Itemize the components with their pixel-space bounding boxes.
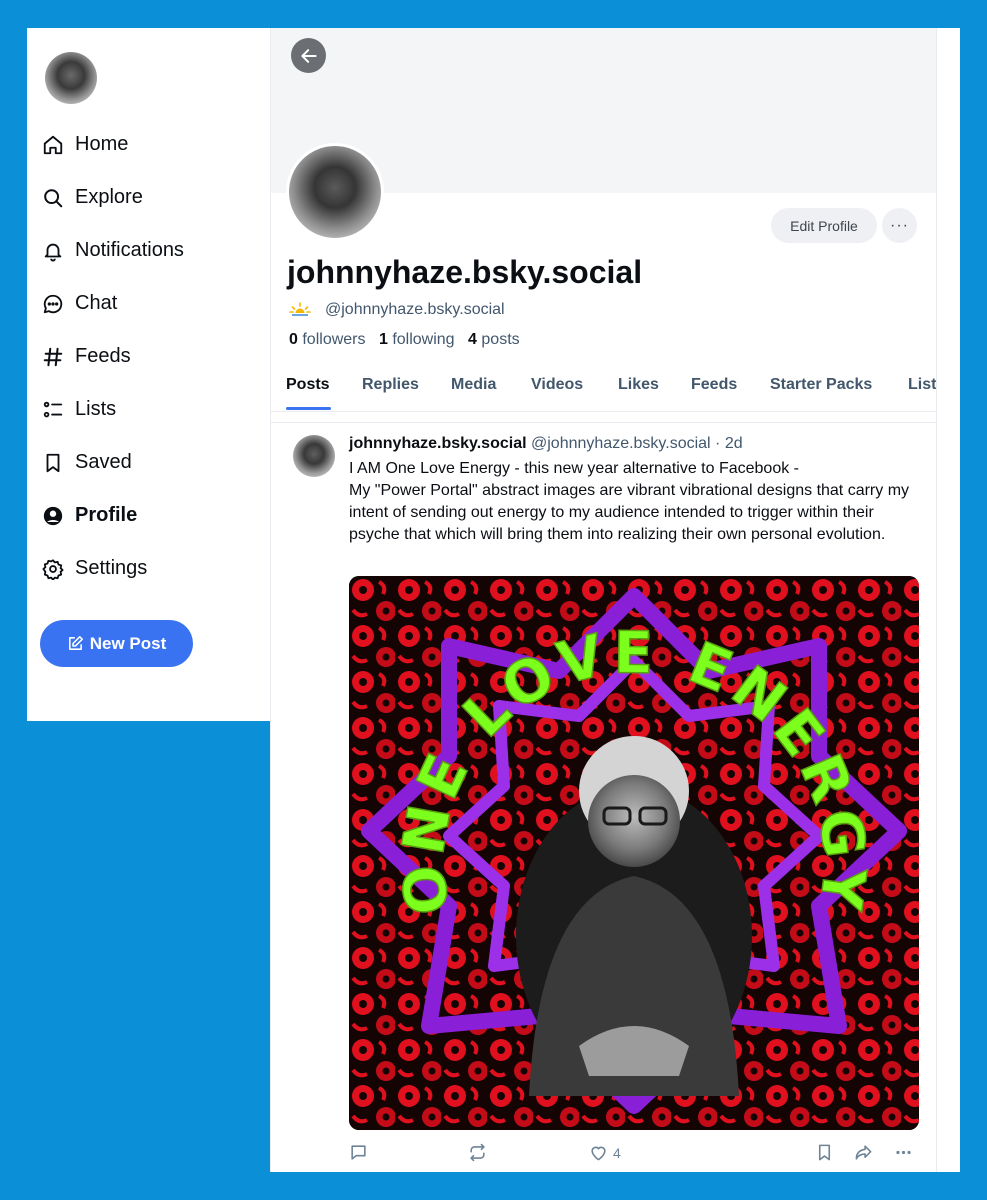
post-author-name[interactable]: johnnyhaze.bsky.social <box>349 435 527 452</box>
home-icon <box>40 132 66 158</box>
profile-handle: @johnnyhaze.bsky.social <box>325 301 505 318</box>
gear-icon <box>40 556 66 582</box>
post-time[interactable]: 2d <box>725 435 743 452</box>
sidebar-item-lists[interactable]: Lists <box>40 383 265 436</box>
post-header: johnnyhaze.bsky.social @johnnyhaze.bsky.… <box>349 435 743 453</box>
post-text: I AM One Love Energy - this new year alt… <box>349 458 924 546</box>
profile-handle-row: @johnnyhaze.bsky.social <box>289 301 505 319</box>
sidebar-item-home[interactable]: Home <box>40 118 265 171</box>
search-icon <box>40 185 66 211</box>
like-button[interactable]: 4 <box>589 1143 621 1162</box>
followers-stat[interactable]: 0 followers <box>289 331 366 348</box>
tab-starter-packs[interactable]: Starter Packs <box>770 376 872 394</box>
more-options-button[interactable]: ··· <box>882 208 917 243</box>
bookmark-icon <box>818 1144 831 1161</box>
post-actions: 4 <box>349 1143 919 1165</box>
sidebar-item-label: Chat <box>75 292 118 314</box>
sunrise-icon <box>289 302 311 318</box>
tab-replies[interactable]: Replies <box>362 376 419 394</box>
tab-likes[interactable]: Likes <box>618 376 659 394</box>
post-author-handle[interactable]: @johnnyhaze.bsky.social <box>531 435 711 452</box>
post-text-line: I AM One Love Energy - this new year alt… <box>349 460 799 477</box>
hashtag-icon <box>40 344 66 370</box>
reply-icon <box>351 1145 366 1160</box>
post-separator: · <box>715 435 721 452</box>
active-tab-indicator <box>286 407 331 410</box>
sidebar-item-label: Saved <box>75 451 132 473</box>
sidebar-item-label: Explore <box>75 186 143 208</box>
sidebar-item-chat[interactable]: Chat <box>40 277 265 330</box>
following-stat[interactable]: 1 following <box>379 331 455 348</box>
profile-avatar[interactable] <box>286 143 384 241</box>
heart-icon <box>591 1146 606 1161</box>
sidebar-nav: Home Explore Notifications Chat Feeds Li… <box>40 118 265 595</box>
sidebar-item-label: Lists <box>75 398 117 420</box>
list-icon <box>40 397 66 423</box>
post-more-button[interactable] <box>894 1143 913 1162</box>
sidebar-item-label: Feeds <box>75 345 131 367</box>
share-icon <box>855 1145 872 1160</box>
tab-media[interactable]: Media <box>451 376 496 394</box>
new-post-label: New Post <box>89 633 167 653</box>
post-image[interactable]: ONE LOVE ENERGY <box>349 576 919 1130</box>
edit-profile-button[interactable]: Edit Profile <box>771 208 877 243</box>
sidebar-item-feeds[interactable]: Feeds <box>40 330 265 383</box>
sidebar-item-saved[interactable]: Saved <box>40 436 265 489</box>
chat-icon <box>40 291 66 317</box>
post-item[interactable]: johnnyhaze.bsky.social @johnnyhaze.bsky.… <box>271 422 937 1172</box>
profile-tabs: Posts Replies Media Videos Likes Feeds S… <box>271 368 937 412</box>
sidebar-item-label: Notifications <box>75 239 184 261</box>
sidebar-item-notifications[interactable]: Notifications <box>40 224 265 277</box>
repost-button[interactable] <box>468 1143 487 1162</box>
avatar[interactable] <box>45 52 97 104</box>
profile-main: Edit Profile ··· johnnyhaze.bsky.social … <box>270 28 937 1172</box>
profile-icon <box>40 503 66 529</box>
sidebar-item-profile[interactable]: Profile <box>40 489 265 542</box>
share-button[interactable] <box>854 1143 873 1162</box>
arrow-left-icon <box>300 48 317 63</box>
profile-stats: 0 followers 1 following 4 posts <box>289 331 520 349</box>
reply-button[interactable] <box>349 1143 368 1162</box>
sidebar-item-label: Home <box>75 133 129 155</box>
sidebar-item-label: Profile <box>75 504 138 526</box>
sidebar-item-label: Settings <box>75 557 148 579</box>
repost-icon <box>470 1143 485 1162</box>
tab-posts[interactable]: Posts <box>286 376 330 394</box>
compose-icon <box>68 635 83 650</box>
more-icon: ··· <box>890 216 909 234</box>
posts-stat: 4 posts <box>468 331 520 348</box>
bookmark-button[interactable] <box>815 1143 834 1162</box>
sidebar-item-settings[interactable]: Settings <box>40 542 265 595</box>
like-count: 4 <box>613 1144 621 1161</box>
left-sidebar: Home Explore Notifications Chat Feeds Li… <box>27 28 275 721</box>
tab-videos[interactable]: Videos <box>531 376 583 394</box>
tab-feeds[interactable]: Feeds <box>691 376 737 394</box>
profile-display-name: johnnyhaze.bsky.social <box>287 254 643 290</box>
right-column-edge <box>936 28 960 1172</box>
new-post-button[interactable]: New Post <box>40 620 193 667</box>
post-text-line: My "Power Portal" abstract images are vi… <box>349 482 910 543</box>
back-button[interactable] <box>291 38 326 73</box>
tab-lists[interactable]: Lists <box>908 376 937 394</box>
bookmark-icon <box>40 450 66 476</box>
bell-icon <box>40 238 66 264</box>
sidebar-item-explore[interactable]: Explore <box>40 171 265 224</box>
more-icon <box>896 1150 911 1155</box>
post-author-avatar[interactable] <box>293 435 335 477</box>
